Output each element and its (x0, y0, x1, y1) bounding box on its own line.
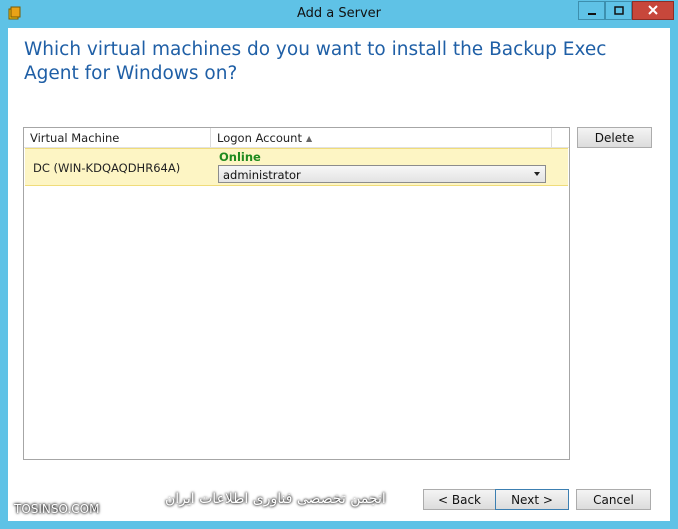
close-button[interactable] (632, 1, 674, 20)
logon-account-value: administrator (223, 168, 301, 182)
vm-name-cell: DC (WIN-KDQAQDHR64A) (33, 161, 181, 175)
grid-header: Virtual Machine Logon Account ▲ (24, 128, 569, 148)
column-header-logon-account[interactable]: Logon Account ▲ (217, 131, 312, 145)
title-bar: Add a Server (0, 0, 678, 28)
column-divider[interactable] (210, 128, 211, 147)
next-button[interactable]: Next > (495, 489, 569, 510)
close-icon (647, 1, 659, 20)
cancel-button[interactable]: Cancel (576, 489, 651, 510)
status-badge: Online (219, 150, 261, 164)
minimize-button[interactable] (578, 1, 605, 20)
column-divider[interactable] (551, 128, 552, 147)
column-header-virtual-machine[interactable]: Virtual Machine (30, 131, 119, 145)
table-row[interactable]: DC (WIN-KDQAQDHR64A) Online administrato… (25, 148, 568, 186)
sort-ascending-icon: ▲ (305, 134, 313, 143)
delete-button[interactable]: Delete (577, 127, 652, 148)
back-button[interactable]: < Back (423, 489, 496, 510)
dialog-content: Which virtual machines do you want to in… (8, 28, 670, 521)
watermark-text: انجمن تخصصی فناوری اطلاعات ایران (165, 491, 386, 507)
maximize-button[interactable] (605, 1, 632, 20)
virtual-machine-grid[interactable]: Virtual Machine Logon Account ▲ DC (WIN-K… (23, 127, 570, 460)
chevron-down-icon (534, 172, 540, 176)
minimize-icon (587, 1, 597, 20)
window-title: Add a Server (296, 6, 382, 21)
watermark-site: TOSINSO.COM (14, 502, 100, 516)
page-heading: Which virtual machines do you want to in… (24, 39, 607, 84)
logon-account-dropdown[interactable]: administrator (218, 165, 546, 183)
maximize-icon (613, 1, 624, 20)
